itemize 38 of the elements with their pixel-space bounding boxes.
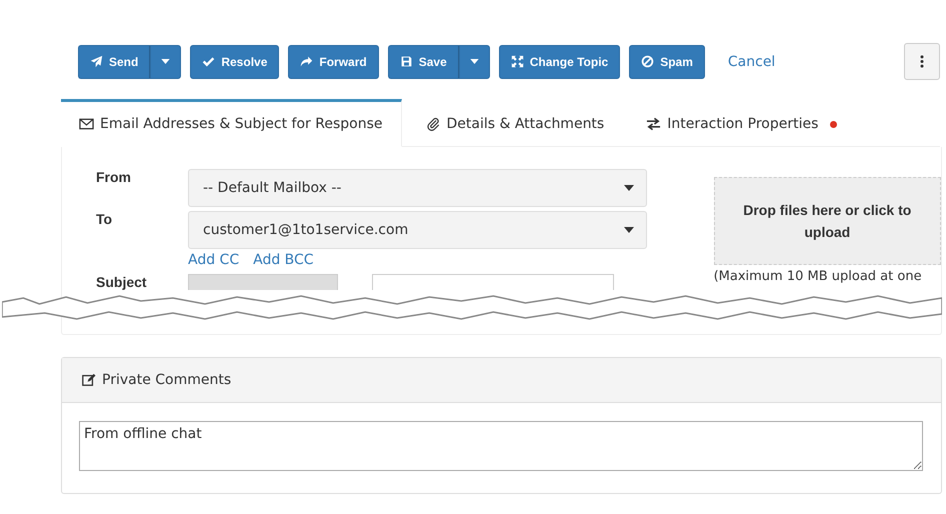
field-label: Subject (96, 274, 148, 290)
tab[interactable]: Details & Attachments (402, 99, 622, 147)
toolbar-button[interactable]: Save (388, 44, 459, 78)
edit-icon (81, 373, 96, 387)
check-icon (202, 55, 216, 68)
add-recipient-link[interactable]: Add CC (188, 252, 240, 268)
caret-icon (161, 59, 170, 64)
toolbar-button[interactable]: Send (78, 44, 150, 78)
share-arrow-icon (300, 55, 314, 68)
toolbar-button[interactable]: Change Topic (498, 44, 620, 78)
dropdown-toggle[interactable] (150, 44, 182, 78)
toolbar-button[interactable]: Resolve (190, 44, 280, 78)
paperclip-icon (426, 117, 440, 131)
expand-arrows-icon (510, 55, 524, 68)
send-icon (90, 55, 103, 68)
mailbox-select[interactable]: -- Default Mailbox -- (188, 169, 647, 207)
tab[interactable]: Email Addresses & Subject for Response (61, 99, 402, 147)
toolbar-button[interactable]: Forward (288, 44, 379, 78)
cancel-link[interactable]: Cancel (728, 54, 776, 70)
toolbar-button[interactable]: Spam (629, 44, 705, 78)
panel-title: Private Comments (102, 372, 232, 388)
caret-icon (624, 227, 634, 233)
ban-icon (641, 55, 654, 68)
upload-note: (Maximum 10 MB upload at one (714, 269, 923, 284)
tab[interactable]: Interaction Properties (622, 99, 856, 147)
field-label: From (96, 169, 132, 185)
field-label: To (96, 211, 114, 227)
dropdown-toggle[interactable] (458, 44, 490, 78)
caret-icon (624, 185, 634, 191)
exchange-arrows-icon (646, 117, 662, 131)
more-options-button[interactable] (904, 43, 940, 80)
file-dropzone[interactable]: Drop files here or click to upload (714, 177, 941, 265)
envelope-icon (79, 117, 94, 131)
add-recipient-link[interactable]: Add BCC (253, 252, 314, 268)
comments-textarea[interactable]: From offline chat (79, 421, 923, 471)
recipient-select[interactable]: customer1@1to1service.com (188, 211, 647, 249)
vertical-dots-icon (920, 55, 924, 68)
caret-icon (470, 59, 479, 64)
